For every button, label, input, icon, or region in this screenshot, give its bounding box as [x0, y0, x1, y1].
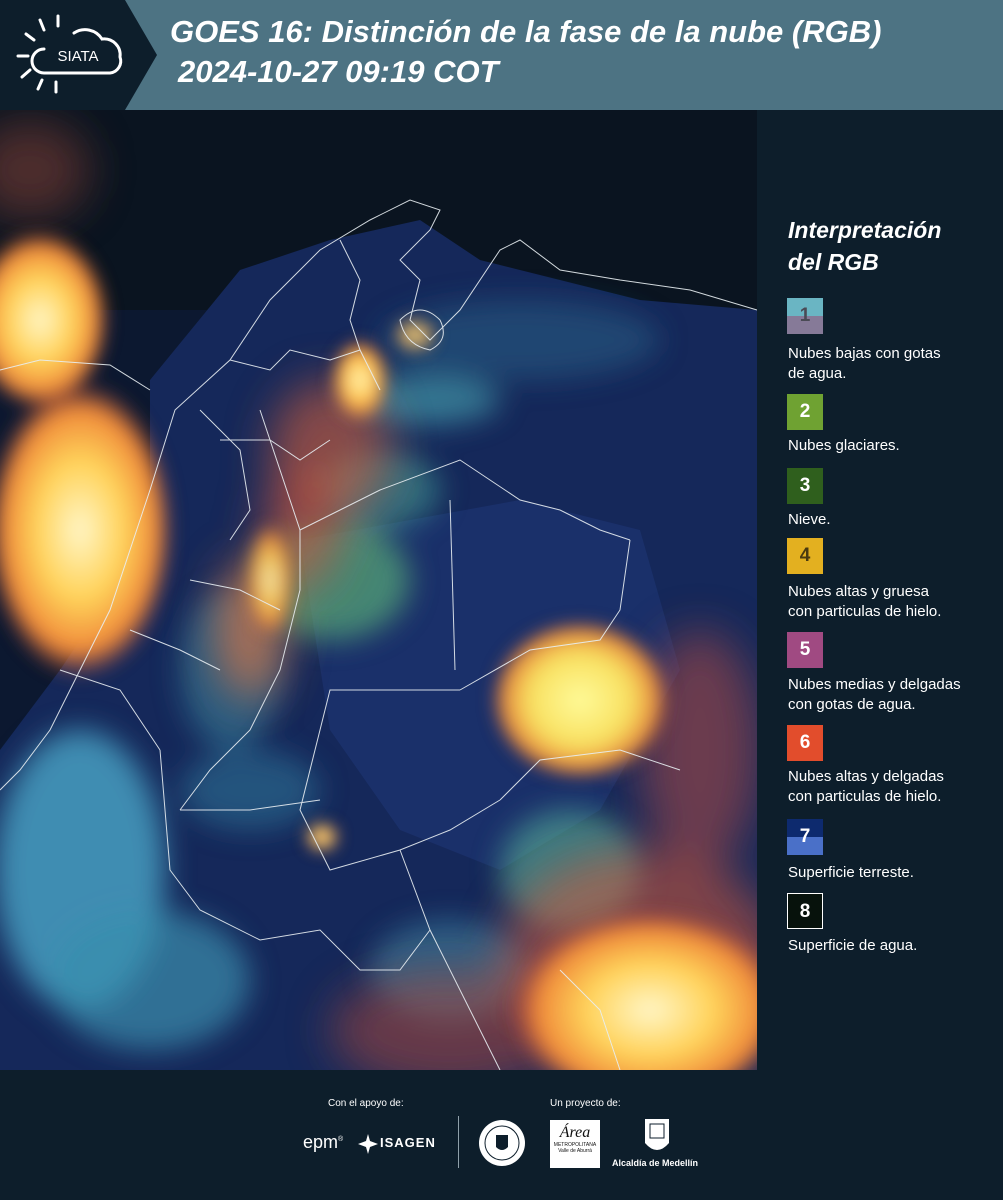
legend-number-6: 6	[799, 732, 811, 753]
legend-swatch-4: 4	[787, 538, 823, 574]
legend-label-6-line1: Nubes altas y delgadas	[788, 768, 944, 785]
legend-label-4: Nubes altas y gruesa con particulas de h…	[788, 582, 1000, 622]
legend-label-3-line1: Nieve.	[788, 511, 831, 528]
legend-label-5-line1: Nubes medias y delgadas	[788, 676, 961, 693]
isagen-logo: ISAGEN	[380, 1135, 436, 1150]
legend-label-6-line2: con particulas de hielo.	[788, 788, 942, 805]
legend-label-5: Nubes medias y delgadas con gotas de agu…	[788, 675, 1000, 715]
area-metropolitana-logo: Área METROPOLITANA Valle de Aburrá	[550, 1120, 600, 1168]
alcaldia-shield-icon	[645, 1119, 669, 1150]
medellin-seal-icon	[479, 1120, 525, 1166]
page-title: GOES 16: Distinción de la fase de la nub…	[170, 14, 882, 49]
timestamp-title: 2024-10-27 09:19 COT	[178, 54, 499, 89]
project-label: Un proyecto de:	[550, 1098, 621, 1109]
area-logo-text: Área	[559, 1124, 591, 1141]
legend-swatch-6: 6	[787, 725, 823, 761]
legend-number-7: 7	[799, 826, 811, 847]
satellite-map	[0, 110, 757, 1070]
legend-label-2-line1: Nubes glaciares.	[788, 437, 900, 454]
isagen-star-icon	[358, 1134, 378, 1154]
legend-label-8: Superficie de agua.	[788, 936, 1000, 956]
legend-label-8-line1: Superficie de agua.	[788, 937, 918, 954]
epm-logo-mark: ®	[338, 1136, 344, 1143]
legend-label-1-line2: de agua.	[788, 365, 847, 382]
legend-swatch-7: 7	[787, 819, 823, 855]
legend-label-7: Superficie terreste.	[788, 863, 1000, 883]
legend-label-4-line2: con particulas de hielo.	[788, 603, 942, 620]
legend-swatch-1: 1	[787, 298, 823, 334]
legend-number-3: 3	[799, 475, 811, 496]
legend-swatch-5: 5	[787, 632, 823, 668]
legend-label-6: Nubes altas y delgadas con particulas de…	[788, 767, 1000, 807]
legend-swatch-2: 2	[787, 394, 823, 430]
siata-logo: SIATA	[0, 0, 157, 110]
legend-label-4-line1: Nubes altas y gruesa	[788, 583, 929, 600]
legend-swatch-8: 8	[787, 893, 823, 929]
legend-swatch-3: 3	[787, 468, 823, 504]
legend-label-5-line2: con gotas de agua.	[788, 696, 916, 713]
epm-logo: epm®	[303, 1132, 343, 1153]
legend-label-7-line1: Superficie terreste.	[788, 864, 914, 881]
legend-number-5: 5	[799, 639, 811, 660]
legend-number-1: 1	[799, 305, 811, 326]
legend-number-4: 4	[799, 545, 811, 566]
header-bar: SIATA GOES 16: Distinción de la fase de …	[0, 0, 1003, 110]
legend-label-3: Nieve.	[788, 510, 1000, 530]
support-label: Con el apoyo de:	[328, 1098, 404, 1109]
legend-title-line2: del RGB	[788, 249, 879, 275]
footer-divider	[458, 1116, 459, 1168]
legend-label-2: Nubes glaciares.	[788, 436, 1000, 456]
legend-title-line1: Interpretación	[788, 217, 942, 243]
legend-panel: Interpretación del RGB 1 Nubes bajas con…	[760, 110, 1003, 1070]
legend-number-2: 2	[799, 401, 811, 422]
footer: Con el apoyo de: Un proyecto de: epm® IS…	[0, 1070, 1003, 1200]
epm-logo-text: epm	[303, 1132, 339, 1152]
legend-title: Interpretación del RGB	[788, 214, 988, 278]
siata-logo-text: SIATA	[57, 48, 98, 65]
satellite-rgb-image	[0, 110, 757, 1070]
legend-label-1-line1: Nubes bajas con gotas	[788, 345, 941, 362]
legend-number-8: 8	[799, 901, 811, 922]
legend-label-1: Nubes bajas con gotas de agua.	[788, 344, 1000, 384]
area-logo-sub2: Valle de Aburrá	[558, 1148, 592, 1154]
alcaldia-logo-text: Alcaldía de Medellín	[612, 1158, 699, 1168]
